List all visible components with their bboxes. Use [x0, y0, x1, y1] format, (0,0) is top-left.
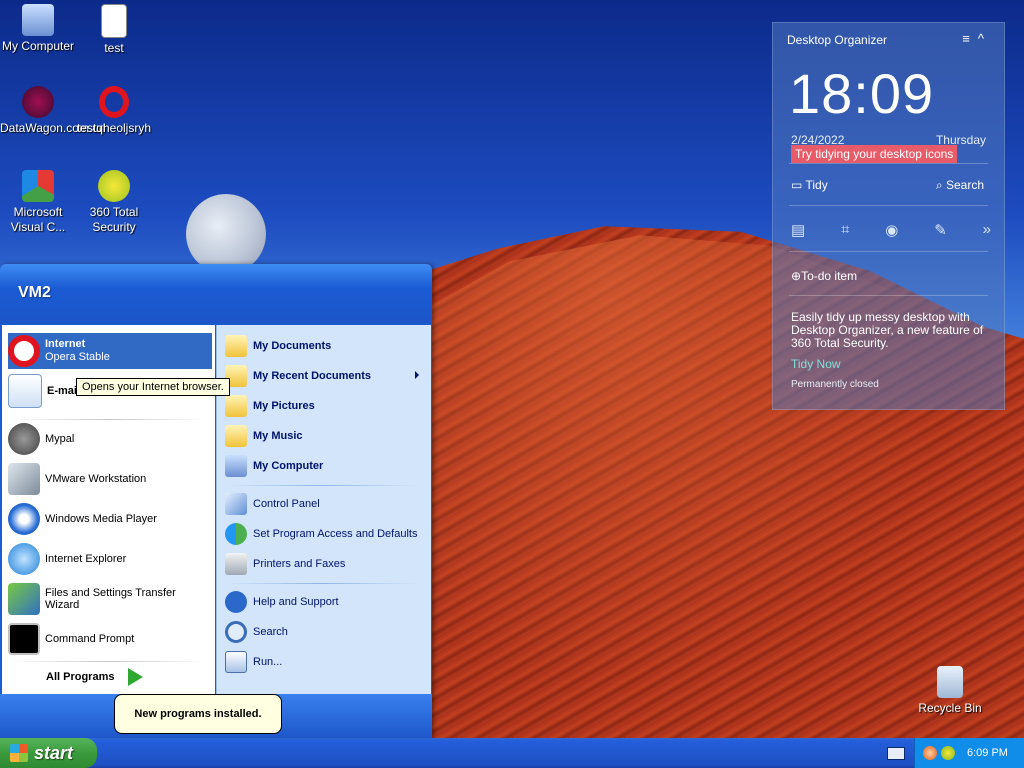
- tidy-button[interactable]: ▭ Tidy: [791, 178, 828, 192]
- vmware-icon: [8, 463, 40, 495]
- transfer-wizard-icon: [8, 583, 40, 615]
- divider: [789, 295, 988, 296]
- keyboard-icon[interactable]: [887, 747, 905, 760]
- divider: [789, 251, 988, 252]
- network-tray-icon[interactable]: [923, 746, 937, 760]
- recycle-bin-icon: [937, 666, 963, 698]
- url-shortcut-icon: [22, 86, 54, 118]
- organizer-description: Easily tidy up messy desktop with Deskto…: [791, 310, 984, 350]
- place-my-documents[interactable]: My Documents: [225, 333, 425, 359]
- submenu-arrow-icon: [415, 371, 419, 379]
- start-menu: VM2 Internet Opera Stable E-mail Mypal VM…: [0, 264, 432, 740]
- organizer-toolbar: ▤ ⌗ ◉ ✎ »: [791, 221, 991, 239]
- tidy-now-link[interactable]: Tidy Now: [791, 357, 841, 371]
- collapse-icon[interactable]: ^: [978, 31, 992, 46]
- pinned-item-internet[interactable]: Internet Opera Stable: [8, 333, 212, 369]
- windows-flag-icon: [10, 744, 28, 762]
- opera-icon: [8, 335, 40, 367]
- run-item[interactable]: Run...: [225, 649, 425, 675]
- recent-item-cmd[interactable]: Command Prompt: [8, 621, 212, 657]
- control-panel-icon: [225, 493, 247, 515]
- search-icon: ⌕: [935, 178, 943, 192]
- computer-icon: [22, 4, 54, 36]
- more-icon[interactable]: »: [983, 221, 991, 239]
- monitor-icon: ▭: [791, 178, 803, 192]
- system-printers-faxes[interactable]: Printers and Faxes: [225, 551, 425, 577]
- desktop-icon-my-computer[interactable]: My Computer: [0, 4, 76, 54]
- taskbar-clock[interactable]: 6:09 PM: [967, 747, 1008, 759]
- place-my-pictures[interactable]: My Pictures: [225, 393, 425, 419]
- organizer-controls: ≡^: [962, 31, 992, 46]
- search-item[interactable]: Search: [225, 619, 425, 645]
- computer-icon: [225, 455, 247, 477]
- help-and-support[interactable]: Help and Support: [225, 589, 425, 615]
- recent-item-transfer-wizard[interactable]: Files and Settings Transfer Wizard: [8, 581, 212, 617]
- 360-security-icon: [98, 170, 130, 202]
- desktop-icon-360-security[interactable]: 360 Total Security: [76, 170, 152, 235]
- desktop-icon-testqheoljsryh[interactable]: testqheoljsryh: [76, 86, 152, 136]
- folder-pictures-icon: [225, 395, 247, 417]
- todo-item-button[interactable]: ⊕To-do item: [791, 269, 857, 283]
- printer-icon: [225, 553, 247, 575]
- divider: [789, 163, 988, 164]
- recent-item-ie[interactable]: Internet Explorer: [8, 541, 212, 577]
- organizer-search-button[interactable]: ⌕ Search: [936, 178, 984, 193]
- add-circle-icon: ⊕: [791, 269, 802, 283]
- mypal-icon: [8, 423, 40, 455]
- divider: [227, 583, 417, 584]
- moon-wallpaper: [186, 194, 266, 274]
- crop-icon[interactable]: ⌗: [841, 221, 849, 239]
- recent-item-mypal[interactable]: Mypal: [8, 421, 212, 457]
- folder-music-icon: [225, 425, 247, 447]
- visual-studio-icon: [22, 170, 54, 202]
- note-icon[interactable]: ✎: [934, 221, 947, 239]
- desktop-icon-visual-c[interactable]: Microsoft Visual C...: [0, 170, 76, 235]
- menu-icon[interactable]: ≡: [962, 31, 978, 46]
- help-icon: [225, 591, 247, 613]
- organizer-time: 18:09: [789, 62, 935, 125]
- system-program-defaults[interactable]: Set Program Access and Defaults: [225, 521, 425, 547]
- cmd-icon: [8, 623, 40, 655]
- folder-documents-icon: [225, 335, 247, 357]
- desktop-organizer-widget: Desktop Organizer ≡^ 18:09 2/24/2022 Thu…: [772, 22, 1005, 410]
- place-my-music[interactable]: My Music: [225, 423, 425, 449]
- start-menu-header: VM2: [0, 264, 432, 324]
- all-programs-button[interactable]: All Programs: [46, 671, 114, 683]
- email-icon: [8, 374, 42, 408]
- opera-icon: [99, 86, 129, 118]
- divider: [12, 661, 207, 662]
- permanently-closed-link[interactable]: Permanently closed: [791, 379, 879, 390]
- ie-icon: [8, 543, 40, 575]
- program-defaults-icon: [225, 523, 247, 545]
- search-icon: [225, 621, 247, 643]
- system-control-panel[interactable]: Control Panel: [225, 491, 425, 517]
- desktop-icon-datawagon[interactable]: DataWagon.com.url: [0, 86, 106, 136]
- 360-security-tray-icon[interactable]: [941, 746, 955, 760]
- book-icon[interactable]: ▤: [791, 221, 805, 239]
- internet-tooltip: Opens your Internet browser.: [76, 378, 230, 396]
- system-tray: 6:09 PM: [914, 738, 1024, 768]
- recent-item-vmware[interactable]: VMware Workstation: [8, 461, 212, 497]
- place-my-recent-documents[interactable]: My Recent Documents: [225, 363, 425, 389]
- media-player-icon: [8, 503, 40, 535]
- run-icon: [225, 651, 247, 673]
- organizer-title: Desktop Organizer: [787, 33, 888, 47]
- divider: [12, 419, 207, 420]
- place-my-computer[interactable]: My Computer: [225, 453, 425, 479]
- desktop-icon-recycle-bin[interactable]: Recycle Bin: [912, 666, 988, 716]
- organizer-tip[interactable]: Try tidying your desktop icons: [791, 145, 958, 163]
- new-programs-balloon[interactable]: New programs installed.: [114, 694, 282, 734]
- eye-icon[interactable]: ◉: [885, 221, 898, 239]
- recent-item-media-player[interactable]: Windows Media Player: [8, 501, 212, 537]
- arrow-right-icon[interactable]: [128, 668, 143, 686]
- divider: [789, 205, 988, 206]
- start-menu-right-pane: My Documents My Recent Documents My Pict…: [216, 325, 431, 694]
- taskbar: [0, 738, 1024, 768]
- user-name: VM2: [18, 284, 51, 301]
- text-file-icon: [101, 4, 127, 38]
- divider: [227, 485, 417, 486]
- start-button[interactable]: start: [0, 738, 97, 768]
- desktop-icon-test[interactable]: test: [76, 4, 152, 56]
